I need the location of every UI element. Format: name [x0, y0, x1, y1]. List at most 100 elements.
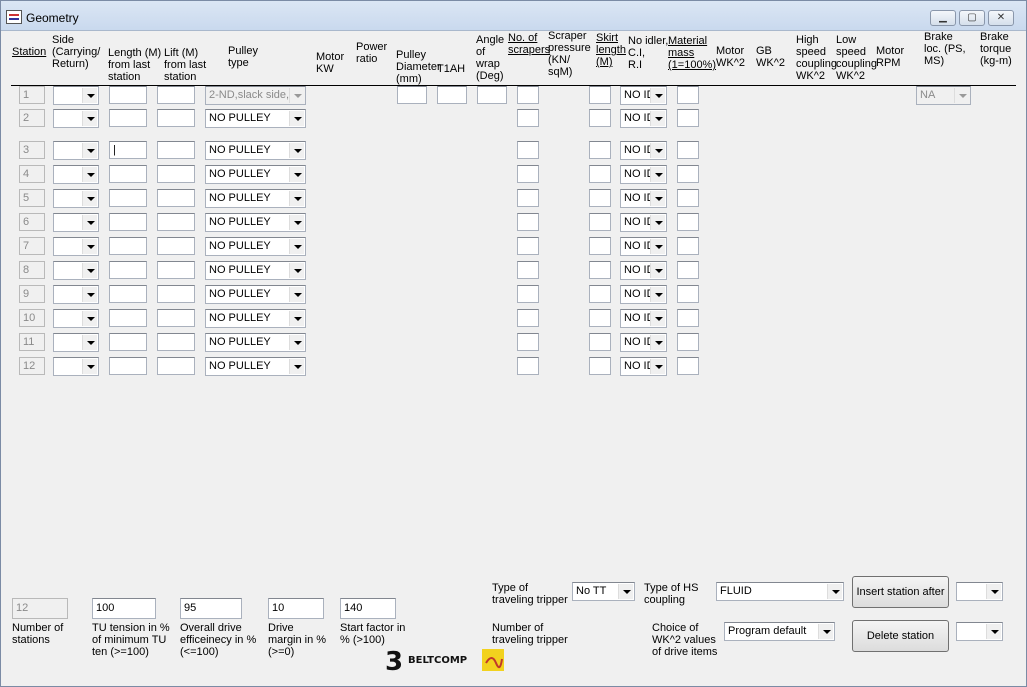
scrapers-input[interactable]: [517, 285, 539, 303]
skirt-length-input[interactable]: [589, 333, 611, 351]
idler-select[interactable]: NO ID: [620, 165, 667, 184]
material-mass-input[interactable]: [677, 237, 699, 255]
side-select[interactable]: [53, 86, 99, 105]
skirt-length-input[interactable]: [589, 237, 611, 255]
idler-select[interactable]: NO ID: [620, 357, 667, 376]
scrapers-input[interactable]: [517, 189, 539, 207]
insert-position-select[interactable]: [956, 582, 1003, 601]
material-mass-input[interactable]: [677, 189, 699, 207]
t1ah-input[interactable]: [437, 86, 467, 104]
pulley-type-select[interactable]: NO PULLEY: [205, 109, 306, 128]
material-mass-input[interactable]: [677, 285, 699, 303]
idler-select[interactable]: NO ID: [620, 333, 667, 352]
scrapers-input[interactable]: [517, 333, 539, 351]
pulley-type-select[interactable]: NO PULLEY: [205, 333, 306, 352]
lift-input[interactable]: [157, 237, 195, 255]
material-mass-input[interactable]: [677, 109, 699, 127]
pulley-type-select[interactable]: 2-ND,slack side,1: [205, 86, 306, 105]
scrapers-input[interactable]: [517, 213, 539, 231]
pulley-type-select[interactable]: NO PULLEY: [205, 141, 306, 160]
length-input[interactable]: [109, 357, 147, 375]
scrapers-input[interactable]: [517, 261, 539, 279]
skirt-length-input[interactable]: [589, 86, 611, 104]
delete-position-select[interactable]: [956, 622, 1003, 641]
close-button[interactable]: ✕: [988, 10, 1014, 26]
side-select[interactable]: [53, 213, 99, 232]
length-input[interactable]: [109, 165, 147, 183]
side-select[interactable]: [53, 333, 99, 352]
lift-input[interactable]: [157, 261, 195, 279]
side-select[interactable]: [53, 309, 99, 328]
angle-of-wrap-input[interactable]: [477, 86, 507, 104]
material-mass-input[interactable]: [677, 86, 699, 104]
hs-coupling-select[interactable]: FLUID: [716, 582, 844, 601]
length-input[interactable]: [109, 109, 147, 127]
side-select[interactable]: [53, 189, 99, 208]
insert-station-button[interactable]: Insert station after: [852, 576, 949, 608]
idler-select[interactable]: NO ID: [620, 309, 667, 328]
idler-select[interactable]: NO ID: [620, 261, 667, 280]
length-input[interactable]: [109, 237, 147, 255]
length-input[interactable]: [109, 309, 147, 327]
scrapers-input[interactable]: [517, 237, 539, 255]
skirt-length-input[interactable]: [589, 141, 611, 159]
idler-select[interactable]: NO ID: [620, 109, 667, 128]
side-select[interactable]: [53, 285, 99, 304]
lift-input[interactable]: [157, 165, 195, 183]
idler-select[interactable]: NO ID: [620, 237, 667, 256]
start-factor-input[interactable]: 140: [340, 598, 396, 619]
material-mass-input[interactable]: [677, 261, 699, 279]
material-mass-input[interactable]: [677, 213, 699, 231]
side-select[interactable]: [53, 165, 99, 184]
length-input[interactable]: [109, 213, 147, 231]
skirt-length-input[interactable]: [589, 285, 611, 303]
material-mass-input[interactable]: [677, 357, 699, 375]
minimize-button[interactable]: ▁: [930, 10, 956, 26]
lift-input[interactable]: [157, 86, 195, 104]
idler-select[interactable]: NO ID: [620, 213, 667, 232]
lift-input[interactable]: [157, 333, 195, 351]
tu-tension-input[interactable]: 100: [92, 598, 156, 619]
lift-input[interactable]: [157, 357, 195, 375]
material-mass-input[interactable]: [677, 333, 699, 351]
pulley-type-select[interactable]: NO PULLEY: [205, 165, 306, 184]
idler-select[interactable]: NO ID: [620, 189, 667, 208]
scrapers-input[interactable]: [517, 309, 539, 327]
tripper-type-select[interactable]: No TT: [572, 582, 635, 601]
length-input[interactable]: [109, 261, 147, 279]
drive-margin-input[interactable]: 10: [268, 598, 324, 619]
pulley-type-select[interactable]: NO PULLEY: [205, 357, 306, 376]
lift-input[interactable]: [157, 309, 195, 327]
pulley-type-select[interactable]: NO PULLEY: [205, 189, 306, 208]
wk2-choice-select[interactable]: Program default: [724, 622, 835, 641]
pulley-diameter-input[interactable]: [397, 86, 427, 104]
scrapers-input[interactable]: [517, 86, 539, 104]
material-mass-input[interactable]: [677, 141, 699, 159]
skirt-length-input[interactable]: [589, 189, 611, 207]
side-select[interactable]: [53, 357, 99, 376]
length-input[interactable]: [109, 86, 147, 104]
skirt-length-input[interactable]: [589, 109, 611, 127]
idler-select[interactable]: NO ID: [620, 285, 667, 304]
scrapers-input[interactable]: [517, 141, 539, 159]
lift-input[interactable]: [157, 189, 195, 207]
side-select[interactable]: [53, 261, 99, 280]
maximize-button[interactable]: ▢: [959, 10, 985, 26]
pulley-type-select[interactable]: NO PULLEY: [205, 213, 306, 232]
lift-input[interactable]: [157, 141, 195, 159]
material-mass-input[interactable]: [677, 165, 699, 183]
scrapers-input[interactable]: [517, 357, 539, 375]
brake-location-select[interactable]: NA: [916, 86, 971, 105]
pulley-type-select[interactable]: NO PULLEY: [205, 237, 306, 256]
pulley-type-select[interactable]: NO PULLEY: [205, 285, 306, 304]
length-input[interactable]: [109, 333, 147, 351]
side-select[interactable]: [53, 141, 99, 160]
idler-select[interactable]: NO ID: [620, 86, 667, 105]
delete-station-button[interactable]: Delete station: [852, 620, 949, 652]
material-mass-input[interactable]: [677, 309, 699, 327]
skirt-length-input[interactable]: [589, 213, 611, 231]
lift-input[interactable]: [157, 285, 195, 303]
length-input[interactable]: [109, 189, 147, 207]
drive-eff-input[interactable]: 95: [180, 598, 242, 619]
skirt-length-input[interactable]: [589, 165, 611, 183]
